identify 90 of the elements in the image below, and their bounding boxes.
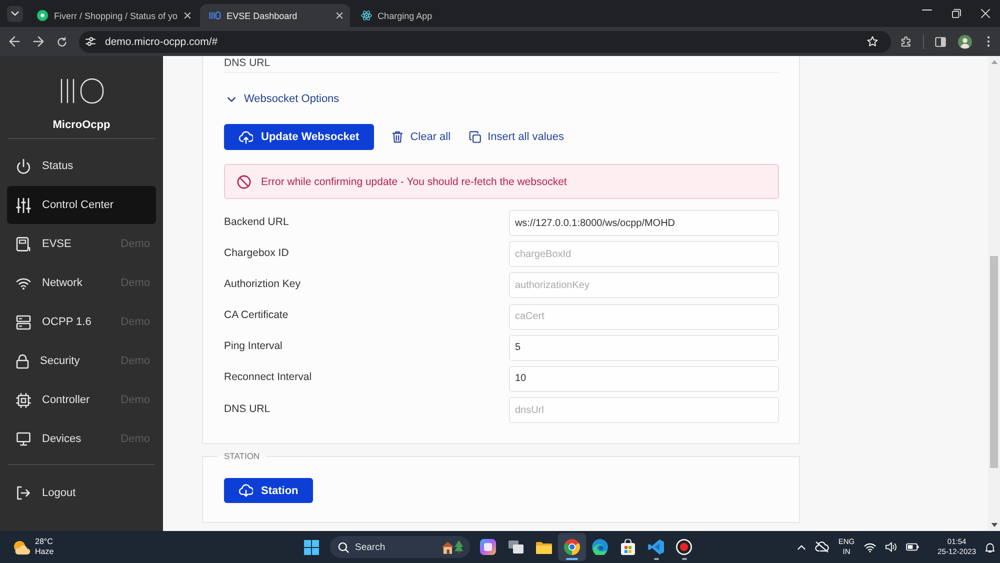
bell-icon[interactable] — [985, 542, 995, 552]
atom-icon — [360, 10, 372, 21]
scrollbar[interactable] — [988, 56, 1000, 531]
record-icon[interactable] — [676, 539, 692, 555]
field-label: Backend URL — [224, 216, 290, 228]
input-field[interactable]: 5 — [508, 334, 779, 361]
search-bar[interactable]: Search — [330, 536, 470, 558]
browser-tab[interactable]: Fiverr / Shopping / Status of yo — [28, 4, 198, 27]
alert-message: Error while confirming update - You should re-fetch the websocket — [261, 176, 567, 188]
wifi-icon — [16, 276, 31, 290]
scrollbar-thumb[interactable] — [990, 256, 998, 468]
logo-icon — [60, 78, 104, 104]
browser-tab[interactable]: Charging App — [352, 4, 502, 27]
back-arrow-icon[interactable] — [9, 36, 20, 47]
input-field[interactable]: ws://127.0.0.1:8000/ws/ocpp/MOHD — [508, 210, 779, 236]
side-panel-icon[interactable] — [935, 36, 946, 46]
wave-circle-icon[interactable] — [592, 539, 608, 555]
restore-icon[interactable] — [952, 9, 961, 18]
input-field[interactable]: dnsUrl — [508, 397, 779, 424]
cloud-upload-icon — [239, 130, 253, 144]
sidebar-item[interactable]: Status — [7, 147, 156, 185]
chevron-down-icon — [11, 11, 19, 16]
close-icon[interactable] — [184, 12, 191, 19]
field-label: Reconnect Interval — [224, 371, 313, 384]
server-icon — [16, 314, 31, 330]
station-button[interactable]: Station — [224, 478, 314, 504]
chip-icon — [16, 392, 31, 408]
search-field[interactable]: Search — [355, 540, 434, 554]
speaker-icon[interactable] — [884, 542, 897, 552]
house-drawing — [440, 539, 464, 555]
field-label: CA Certificate — [224, 309, 290, 322]
insert-all-values-link[interactable]: Insert all values — [468, 131, 564, 143]
address-bar[interactable]: demo.micro-ocpp.com/# — [79, 30, 891, 52]
colorful-square-icon[interactable] — [480, 539, 496, 555]
code-editor-icon[interactable] — [648, 539, 664, 555]
input-field[interactable]: caCert — [508, 304, 779, 330]
field-label: Authoriztion Key — [224, 278, 302, 290]
input-field[interactable]: chargeBoxId — [508, 241, 779, 268]
more-icon[interactable] — [987, 36, 990, 47]
input-field[interactable]: authorizationKey — [508, 272, 779, 298]
section-legend: STATION — [218, 451, 266, 462]
clear-all-link[interactable]: Clear all — [392, 131, 451, 143]
star-icon[interactable] — [867, 36, 878, 47]
chevron-up-icon[interactable] — [797, 544, 806, 550]
circle-logo-icon — [37, 10, 48, 21]
sidebar-item[interactable]: Control Center — [7, 186, 156, 224]
stacked-windows-icon[interactable] — [508, 540, 524, 554]
trash-icon — [392, 131, 404, 143]
cloud-off-icon[interactable] — [815, 541, 830, 553]
copy-icon — [468, 131, 481, 143]
forward-arrow-icon[interactable] — [33, 36, 44, 47]
folder-icon[interactable] — [536, 540, 552, 554]
four-squares-icon — [304, 540, 318, 554]
cloud-download-icon — [239, 484, 253, 498]
store-bag-icon[interactable] — [620, 539, 636, 555]
power-icon — [16, 158, 31, 174]
update-websocket-button[interactable]: Update Websocket — [224, 124, 374, 150]
minimize-icon[interactable] — [922, 9, 932, 11]
logout-item[interactable]: Logout — [7, 474, 156, 512]
close-icon[interactable] — [981, 9, 990, 18]
browser-icon[interactable] — [564, 539, 580, 555]
weather-icon[interactable] — [12, 540, 31, 554]
site-settings-icon[interactable] — [85, 37, 96, 46]
browser-tab[interactable]: EVSE Dashboard — [200, 4, 350, 27]
input-field[interactable]: 10 — [508, 366, 779, 392]
logout-icon — [16, 486, 31, 500]
search-icon — [338, 542, 349, 552]
avatar-icon[interactable] — [958, 34, 972, 48]
reload-icon[interactable] — [57, 36, 67, 46]
field-label: Chargebox ID — [224, 246, 290, 259]
bars-logo-icon — [208, 11, 221, 20]
temperature: 28°C — [35, 537, 54, 547]
field-label: DNS URL — [224, 402, 272, 415]
battery-icon[interactable] — [906, 543, 919, 551]
lock-icon — [16, 354, 29, 368]
ban-icon — [237, 174, 251, 188]
panel-icon — [16, 236, 31, 252]
tab-list-button[interactable] — [7, 6, 23, 22]
websocket-options-toggle[interactable]: Websocket Options — [224, 90, 779, 108]
monitor-icon — [16, 432, 31, 446]
field-label: DNS URL — [224, 57, 272, 69]
field-label: Ping Interval — [224, 340, 284, 352]
puzzle-icon[interactable] — [901, 36, 912, 47]
taskbar-app-button[interactable] — [558, 533, 586, 561]
sliders-icon — [16, 198, 31, 212]
scroll-down-icon[interactable] — [990, 523, 998, 527]
brand-name: MicroOcpp — [52, 119, 110, 131]
wifi-icon[interactable] — [864, 542, 876, 552]
close-icon[interactable] — [336, 12, 343, 19]
weather-condition: Haze — [35, 547, 54, 557]
